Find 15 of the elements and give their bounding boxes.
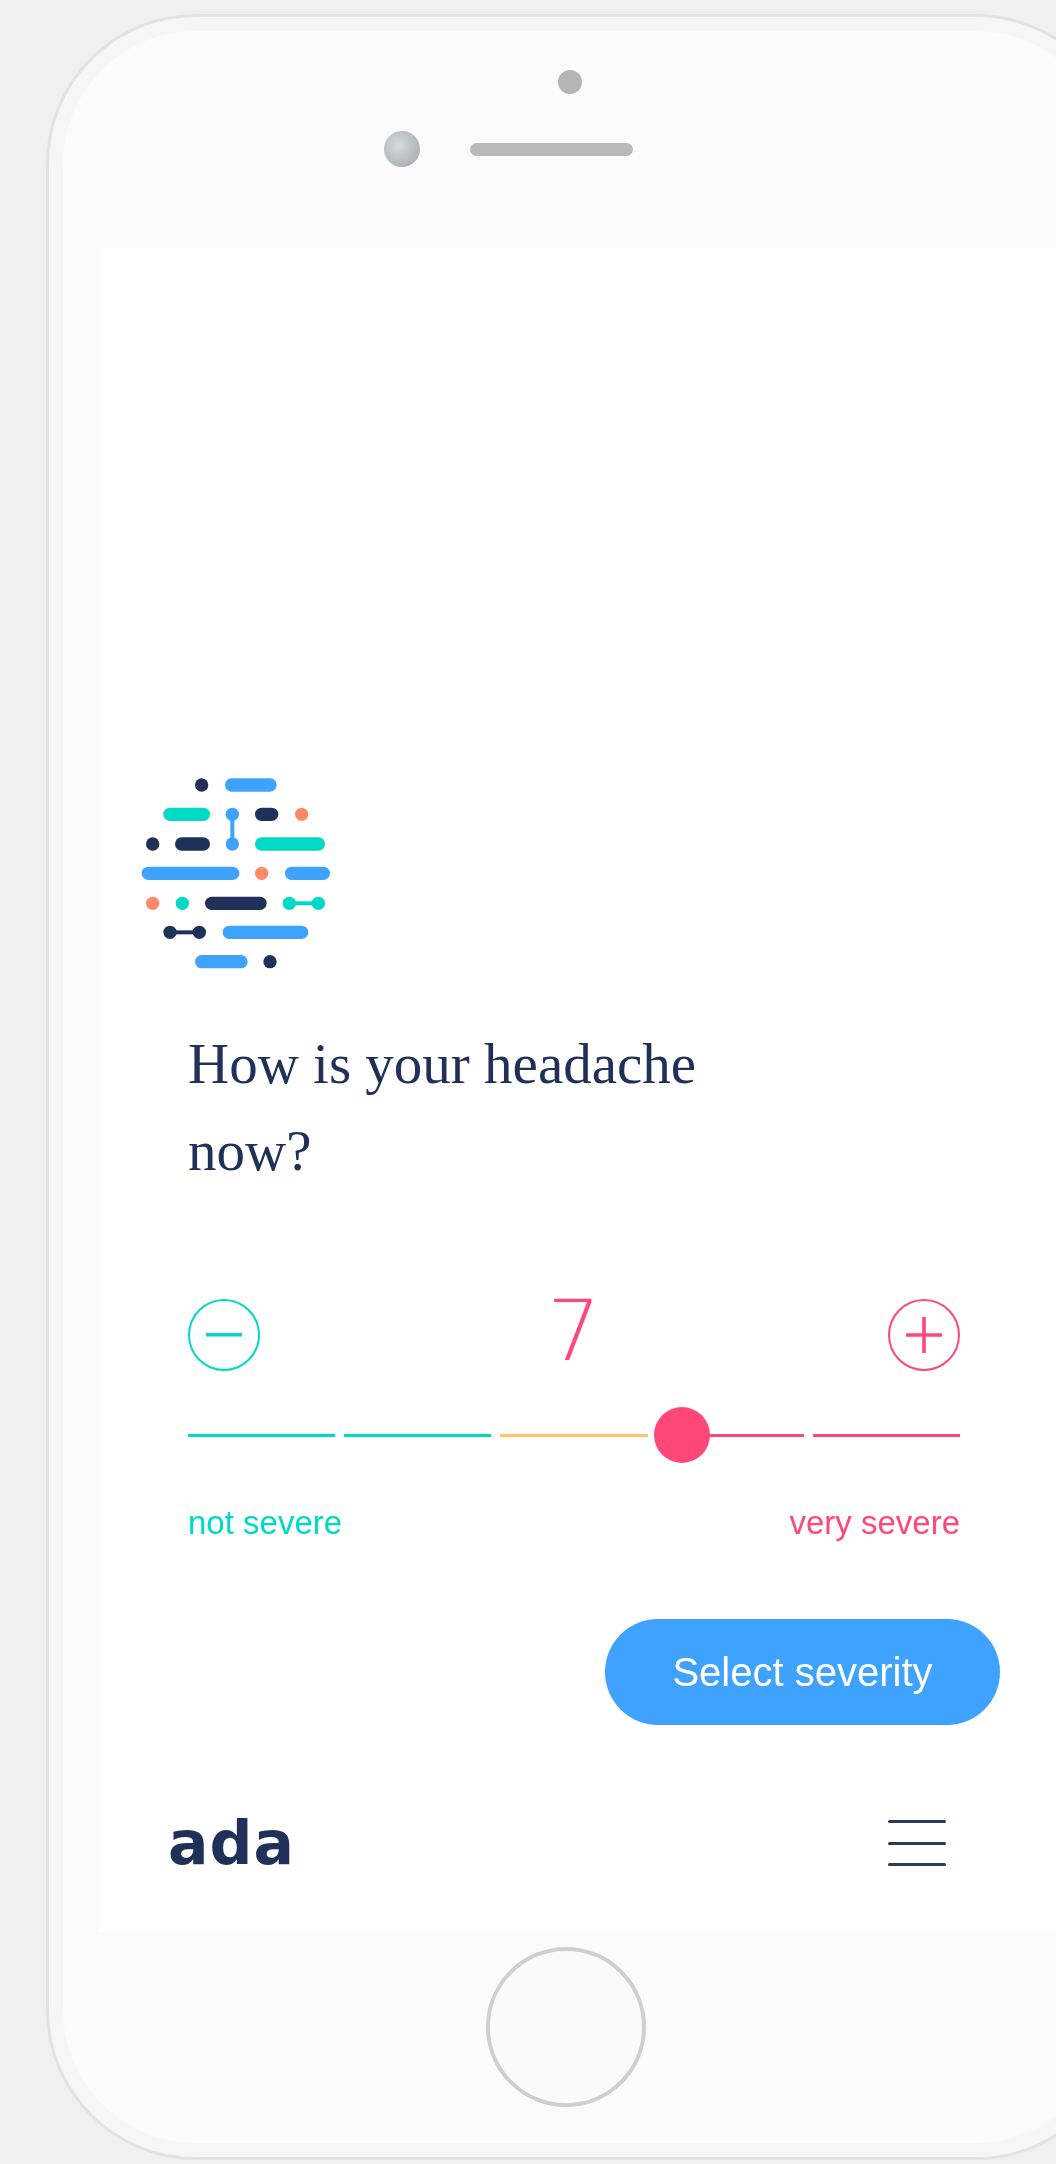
- question-text: How is your headache now?: [188, 1031, 698, 1184]
- increase-button[interactable]: [888, 1299, 960, 1371]
- speaker-slot-icon: [470, 142, 633, 156]
- decrease-button[interactable]: [188, 1299, 260, 1371]
- severity-slider[interactable]: [188, 1407, 960, 1463]
- brand-logo: ada: [168, 1815, 295, 1871]
- camera-icon: [384, 131, 420, 167]
- select-severity-button[interactable]: Select severity: [605, 1619, 1000, 1725]
- max-label: very severe: [789, 1503, 960, 1543]
- sensor-dot-icon: [558, 70, 582, 94]
- menu-icon[interactable]: [888, 1820, 946, 1866]
- minus-icon: [206, 1333, 242, 1337]
- severity-value: 7: [547, 1289, 601, 1373]
- min-label: not severe: [188, 1503, 343, 1543]
- plus-icon: [906, 1317, 942, 1353]
